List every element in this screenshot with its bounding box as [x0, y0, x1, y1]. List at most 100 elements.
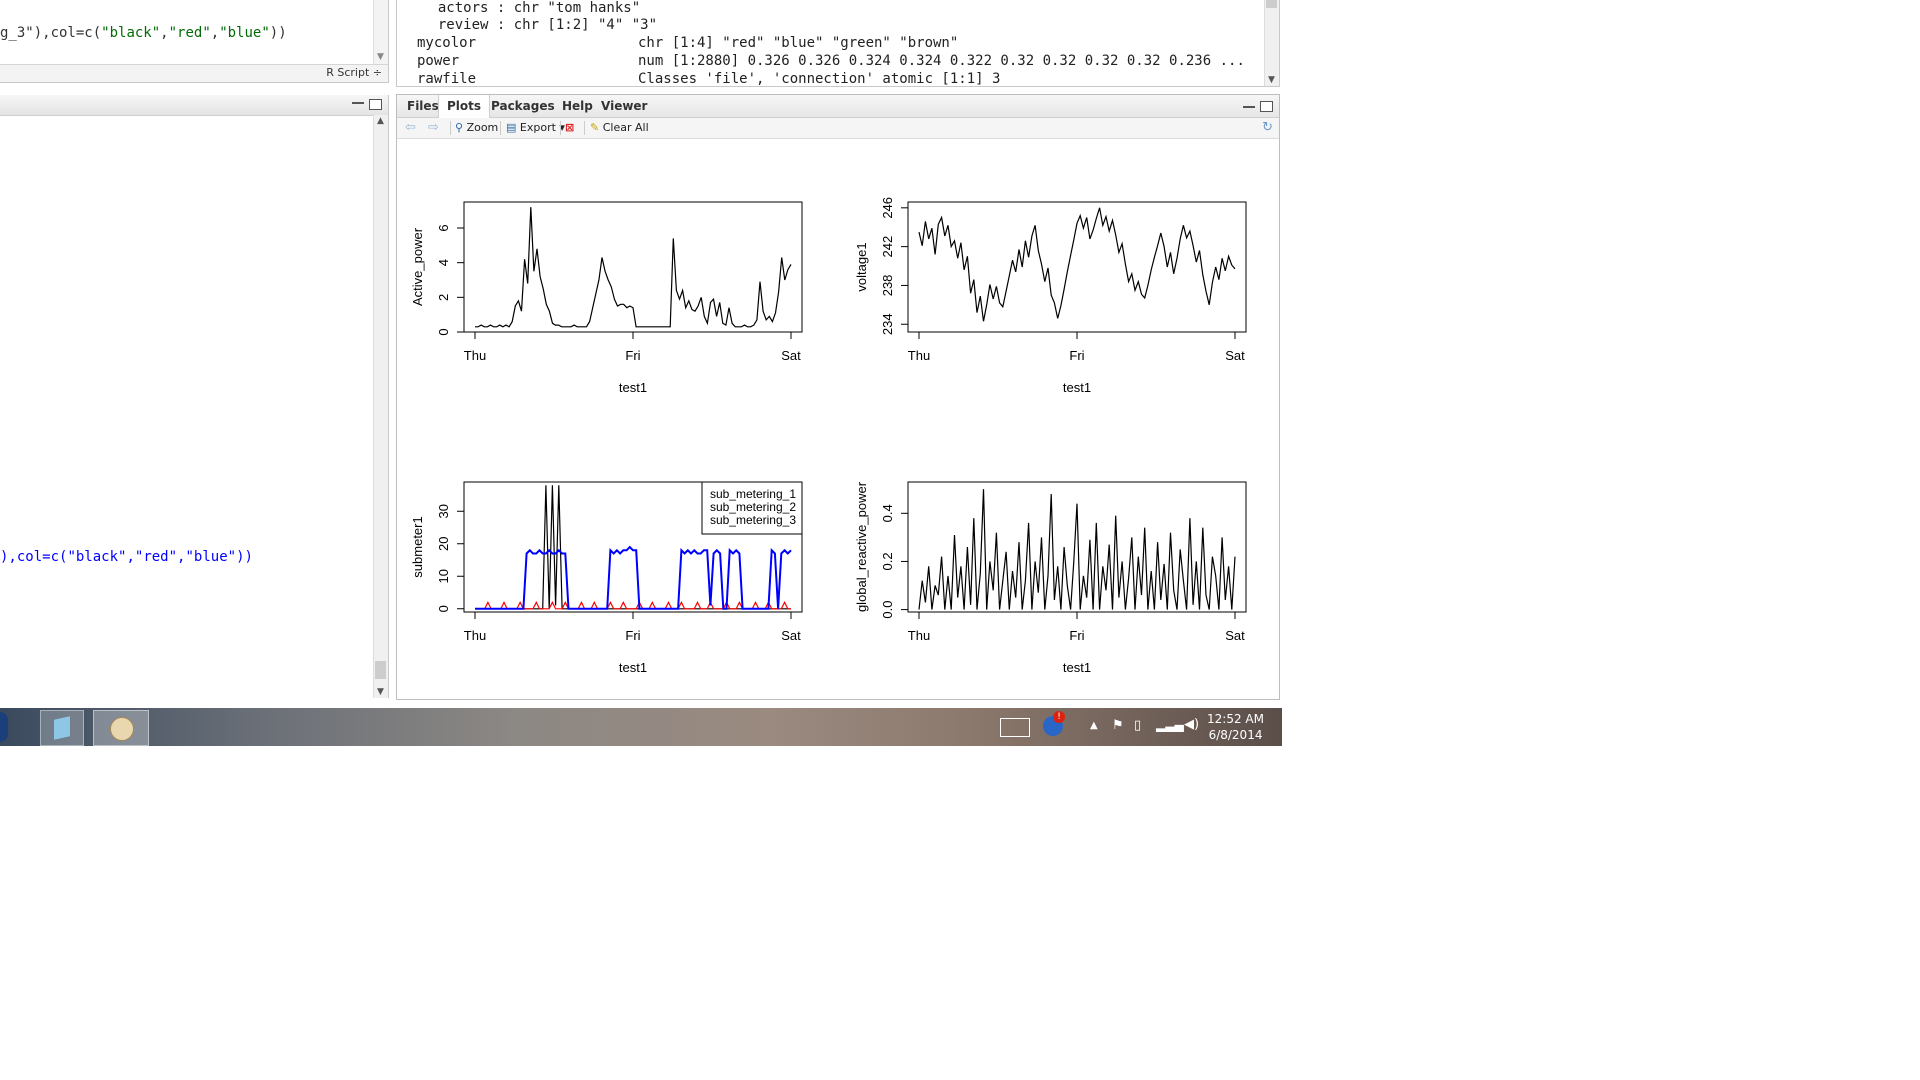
y-tick-label: 30: [436, 504, 451, 518]
env-row: review : chr [1:2] "4" "3": [421, 17, 658, 33]
series-line-sub_metering_3: [475, 545, 792, 610]
minimize-icon[interactable]: [1243, 106, 1255, 108]
flag-icon[interactable]: ⚑: [1112, 718, 1124, 733]
y-tick-label: 0: [436, 605, 451, 612]
x-axis-label: test1: [1063, 660, 1091, 675]
script-status-bar: R Script ÷: [0, 64, 388, 82]
y-tick-label: 0.4: [880, 504, 895, 522]
y-tick-label: 2: [436, 294, 451, 301]
network-signal-icon[interactable]: ▂▃▄: [1156, 718, 1184, 732]
y-tick-label: 6: [436, 224, 451, 231]
y-tick-label: 0.2: [880, 552, 895, 570]
y-tick-label: 4: [436, 259, 451, 266]
environment-scrollbar[interactable]: ▼: [1264, 0, 1279, 86]
console-text: ),col=c(: [0, 549, 68, 565]
y-tick-label: 246: [880, 197, 895, 219]
tab-viewer[interactable]: Viewer: [593, 95, 655, 117]
y-tick-label: 20: [436, 537, 451, 551]
export-menu-button[interactable]: ▤ Export ▾: [506, 120, 565, 136]
env-row: actors : chr "tom hanks": [421, 0, 641, 16]
env-variable-name[interactable]: rawfile: [417, 71, 476, 86]
code-comma: ,: [210, 25, 220, 41]
x-tick-label: Sat: [1225, 348, 1245, 363]
scroll-down-icon[interactable]: ▼: [377, 687, 384, 697]
forward-arrow-icon[interactable]: ⇨: [428, 120, 439, 136]
scroll-up-icon[interactable]: ▲: [377, 116, 384, 126]
x-tick-label: Sat: [781, 348, 801, 363]
console-scrollbar[interactable]: ▲ ▼: [373, 115, 388, 698]
palette-icon: [110, 717, 134, 741]
show-hidden-icons[interactable]: ▲: [1090, 720, 1098, 731]
remove-plot-icon[interactable]: ⊠: [565, 120, 574, 136]
y-tick-label: 10: [436, 569, 451, 583]
y-tick-label: 242: [880, 236, 895, 258]
start-button-icon[interactable]: [0, 712, 8, 742]
volume-icon[interactable]: ◀): [1184, 717, 1199, 732]
legend-entry: sub_metering_1: [710, 487, 796, 501]
env-variable-value: chr [1:4] "red" "blue" "green" "brown": [638, 35, 959, 51]
code-text: g_3"),col=c(: [0, 25, 102, 41]
zoom-button[interactable]: ⚲ Zoom: [455, 120, 498, 136]
broom-icon: ✎: [590, 121, 600, 134]
maximize-icon[interactable]: [1260, 101, 1273, 112]
console-pane[interactable]: ),col=c("black","red","blue")) ▲ ▼: [0, 95, 389, 698]
y-axis-label: voltage1: [854, 242, 869, 291]
update-alert-icon[interactable]: !: [1043, 711, 1065, 736]
code-text-end: )): [269, 25, 287, 41]
tab-packages[interactable]: Packages: [483, 95, 563, 117]
scroll-down-icon[interactable]: ▼: [1268, 75, 1275, 85]
code-comma: ,: [160, 25, 169, 41]
minimize-icon[interactable]: [352, 102, 364, 104]
x-tick-label: Thu: [464, 628, 486, 643]
system-clock[interactable]: 12:52 AM 6/8/2014: [1207, 711, 1264, 743]
scrollbar-thumb[interactable]: [1266, 0, 1277, 8]
script-editor-pane[interactable]: g_3"),col=c("black","red","blue")) ▼ R S…: [0, 0, 389, 83]
taskbar-paint-app[interactable]: [93, 710, 149, 746]
x-tick-label: Thu: [908, 348, 930, 363]
console-header: [0, 95, 388, 116]
plots-toolbar: ⇦ ⇨ ⚲ Zoom ▤ Export ▾ ⊠ ✎ Clear All ↻: [397, 118, 1279, 139]
scrollbar-thumb[interactable]: [375, 661, 386, 679]
back-arrow-icon[interactable]: ⇦: [405, 120, 416, 136]
console-text-end: )): [236, 549, 253, 565]
x-tick-label: Fri: [625, 628, 640, 643]
y-axis-label: Active_power: [410, 227, 425, 306]
script-scrollbar[interactable]: ▼: [373, 0, 388, 64]
file-type-selector[interactable]: R Script ÷: [326, 66, 382, 79]
console-string-blue: "blue": [185, 549, 237, 565]
x-tick-label: Thu: [464, 348, 486, 363]
export-icon: ▤: [506, 121, 517, 134]
x-axis-label: test1: [1063, 380, 1091, 395]
series-line-panel-1: [475, 207, 792, 328]
env-variable-name[interactable]: power: [417, 53, 459, 69]
code-string-red: "red": [168, 25, 211, 41]
scroll-down-icon[interactable]: ▼: [377, 52, 384, 62]
console-string-black: "black": [67, 549, 127, 565]
environment-pane[interactable]: actors : chr "tom hanks" review : chr [1…: [396, 0, 1280, 87]
y-tick-label: 234: [880, 313, 895, 335]
series-line-panel-2: [918, 207, 1236, 322]
plot-frame-2: [907, 201, 1247, 333]
legend-entry: sub_metering_3: [710, 513, 796, 527]
legend-entry: sub_metering_2: [710, 500, 796, 514]
toolbar-divider: [560, 121, 561, 135]
plot-canvas: Thu Fri Sat0246test1Active_powerThu Fri Sat2…: [410, 197, 1247, 675]
pane-tab-bar: Files Plots Packages Help Viewer: [397, 95, 1279, 118]
x-axis-label: test1: [619, 660, 647, 675]
script-code-line[interactable]: g_3"),col=c("black","red","blue")): [0, 25, 287, 41]
taskbar-app-icon[interactable]: [40, 710, 84, 746]
env-variable-name[interactable]: mycolor: [417, 35, 476, 51]
keyboard-icon[interactable]: [1000, 718, 1030, 737]
refresh-icon[interactable]: ↻: [1262, 120, 1273, 136]
clear-all-button[interactable]: ✎ Clear All: [590, 120, 649, 136]
battery-icon[interactable]: ▯: [1134, 718, 1141, 733]
x-tick-label: Sat: [1225, 628, 1245, 643]
x-tick-label: Thu: [908, 628, 930, 643]
maximize-icon[interactable]: [369, 99, 382, 110]
plots-pane[interactable]: Files Plots Packages Help Viewer ⇦ ⇨ ⚲ Z…: [396, 94, 1280, 700]
x-tick-label: Fri: [1069, 348, 1084, 363]
x-tick-label: Fri: [625, 348, 640, 363]
code-string-blue: "blue": [219, 25, 270, 41]
y-axis-label: global_reactive_power: [854, 481, 869, 612]
y-tick-label: 238: [880, 275, 895, 297]
